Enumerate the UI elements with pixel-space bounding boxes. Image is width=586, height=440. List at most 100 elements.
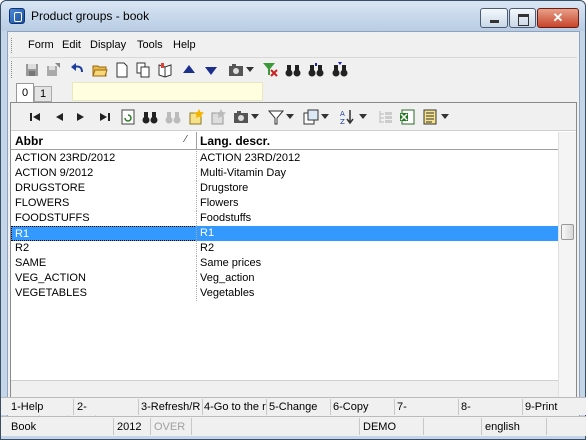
window: Product groups - book ✕ Form Edit Displa…	[0, 0, 586, 440]
report-icon[interactable]	[422, 109, 438, 125]
cell-abbr[interactable]: SAME	[15, 257, 46, 269]
function-key-bar: 1-Help 2- 3-Refresh/R 4-Go to the r 5-Ch…	[1, 397, 586, 415]
cell-lang-descr[interactable]: Veg_action	[200, 272, 254, 284]
cell-lang-descr[interactable]: ACTION 23RD/2012	[200, 152, 300, 164]
cell-abbr[interactable]: VEGETABLES	[15, 287, 87, 299]
cell-abbr[interactable]: R1	[11, 226, 197, 241]
table-row[interactable]: FOODSTUFFS Foodstuffs	[11, 211, 558, 226]
table-row[interactable]: ACTION 23RD/2012 ACTION 23RD/2012	[11, 151, 558, 166]
table-row[interactable]: R2 R2	[11, 241, 558, 256]
data-grid: Abbr ⁄ Lang. descr. ACTION 23RD/2012 ACTI…	[11, 132, 576, 398]
tab-strip: 0 1	[10, 81, 577, 103]
fkey-3[interactable]: 3-Refresh/R	[141, 401, 201, 413]
export-excel-icon[interactable]	[399, 109, 415, 125]
new-document-icon[interactable]	[114, 62, 130, 78]
menu-form[interactable]: Form	[28, 39, 54, 51]
undo-icon[interactable]	[70, 62, 86, 78]
minimize-button[interactable]	[480, 8, 508, 28]
cell-separator	[196, 166, 197, 181]
list-camera-dropdown-icon[interactable]	[251, 111, 259, 121]
table-row[interactable]: ACTION 9/2012 Multi-Vitamin Day	[11, 166, 558, 181]
sort-dropdown-icon[interactable]	[359, 111, 367, 121]
cell-lang-descr[interactable]: R1	[200, 227, 214, 239]
find-previous-icon[interactable]	[332, 62, 348, 78]
list-camera-icon[interactable]	[233, 109, 249, 125]
tab-1[interactable]: 1	[34, 86, 52, 102]
table-row[interactable]: DRUGSTORE Drugstore	[11, 181, 558, 196]
vertical-scroll-thumb[interactable]	[561, 224, 574, 240]
cell-abbr[interactable]: ACTION 9/2012	[15, 167, 93, 179]
next-record-icon[interactable]	[73, 109, 89, 125]
sort-icon[interactable]: AZ	[339, 109, 355, 125]
refresh-icon[interactable]	[120, 109, 136, 125]
cell-abbr[interactable]: VEG_ACTION	[15, 272, 86, 284]
add-favorite-icon[interactable]	[188, 109, 204, 125]
fkey-1[interactable]: 1-Help	[11, 401, 71, 413]
maximize-button[interactable]	[509, 8, 536, 28]
cell-lang-descr[interactable]: Drugstore	[200, 182, 248, 194]
close-button[interactable]: ✕	[537, 8, 579, 28]
fkey-7[interactable]: 7-	[397, 401, 457, 413]
vertical-scrollbar[interactable]	[558, 132, 576, 398]
filter-dropdown-icon[interactable]	[286, 111, 294, 121]
cell-lang-descr[interactable]: Foodstuffs	[200, 212, 251, 224]
fkey-8[interactable]: 8-	[461, 401, 521, 413]
last-record-icon[interactable]	[97, 109, 113, 125]
horizontal-scrollbar[interactable]	[11, 380, 558, 398]
menu-edit[interactable]: Edit	[62, 39, 81, 51]
arrow-down-icon[interactable]	[203, 62, 219, 78]
fkey-5[interactable]: 5-Change	[269, 401, 329, 413]
status-year: 2012	[117, 421, 142, 433]
column-resize-handle[interactable]	[196, 132, 197, 150]
cell-abbr[interactable]: DRUGSTORE	[15, 182, 85, 194]
previous-record-icon[interactable]	[51, 109, 67, 125]
cell-abbr[interactable]: FOODSTUFFS	[15, 212, 90, 224]
fkey-6[interactable]: 6-Copy	[333, 401, 393, 413]
cell-separator	[196, 256, 197, 271]
column-header-abbr[interactable]: Abbr	[15, 134, 43, 148]
cell-lang-descr[interactable]: Same prices	[200, 257, 261, 269]
filter-clear-icon[interactable]	[262, 61, 278, 77]
table-row[interactable]: FLOWERS Flowers	[11, 196, 558, 211]
tab-0[interactable]: 0	[16, 83, 34, 103]
cell-abbr[interactable]: FLOWERS	[15, 197, 69, 209]
table-row[interactable]: VEGETABLES Vegetables	[11, 286, 558, 301]
status-database: DEMO	[363, 421, 396, 433]
fkey-2[interactable]: 2-	[77, 401, 137, 413]
title-bar[interactable]: Product groups - book ✕	[1, 1, 585, 31]
open-folder-icon[interactable]	[92, 62, 108, 78]
table-row[interactable]: SAME Same prices	[11, 256, 558, 271]
column-header-lang-descr[interactable]: Lang. descr.	[200, 134, 270, 148]
arrow-up-icon[interactable]	[181, 62, 197, 78]
fkey-4[interactable]: 4-Go to the r	[204, 401, 266, 413]
find-next-icon[interactable]	[308, 62, 324, 78]
copy-document-icon[interactable]	[135, 62, 151, 78]
status-bar: Book 2012 OVER DEMO english	[1, 416, 586, 436]
camera-icon[interactable]	[228, 62, 244, 78]
filter-icon[interactable]	[268, 109, 284, 125]
cell-lang-descr[interactable]: R2	[200, 242, 214, 254]
cell-abbr[interactable]: R2	[15, 242, 29, 254]
camera-dropdown-icon[interactable]	[246, 64, 254, 74]
columns-icon[interactable]	[303, 109, 319, 125]
save-as-icon[interactable]	[45, 62, 61, 78]
binoculars-icon[interactable]	[285, 62, 301, 78]
menu-display[interactable]: Display	[90, 39, 126, 51]
cell-lang-descr[interactable]: Vegetables	[200, 287, 254, 299]
save-icon[interactable]	[24, 62, 40, 78]
info-field	[72, 82, 263, 101]
book-icon[interactable]	[157, 62, 173, 78]
columns-dropdown-icon[interactable]	[321, 111, 329, 121]
menu-help[interactable]: Help	[173, 39, 196, 51]
cell-lang-descr[interactable]: Multi-Vitamin Day	[200, 167, 286, 179]
search-binoculars-icon[interactable]	[142, 109, 158, 125]
menu-bar: Form Edit Display Tools Help	[10, 35, 577, 56]
report-dropdown-icon[interactable]	[441, 111, 449, 121]
cell-abbr[interactable]: ACTION 23RD/2012	[15, 152, 115, 164]
table-row[interactable]: R1 R1	[11, 226, 558, 241]
menu-tools[interactable]: Tools	[137, 39, 163, 51]
first-record-icon[interactable]	[27, 109, 43, 125]
fkey-9[interactable]: 9-Print	[525, 401, 583, 413]
cell-lang-descr[interactable]: Flowers	[200, 197, 239, 209]
table-row[interactable]: VEG_ACTION Veg_action	[11, 271, 558, 286]
